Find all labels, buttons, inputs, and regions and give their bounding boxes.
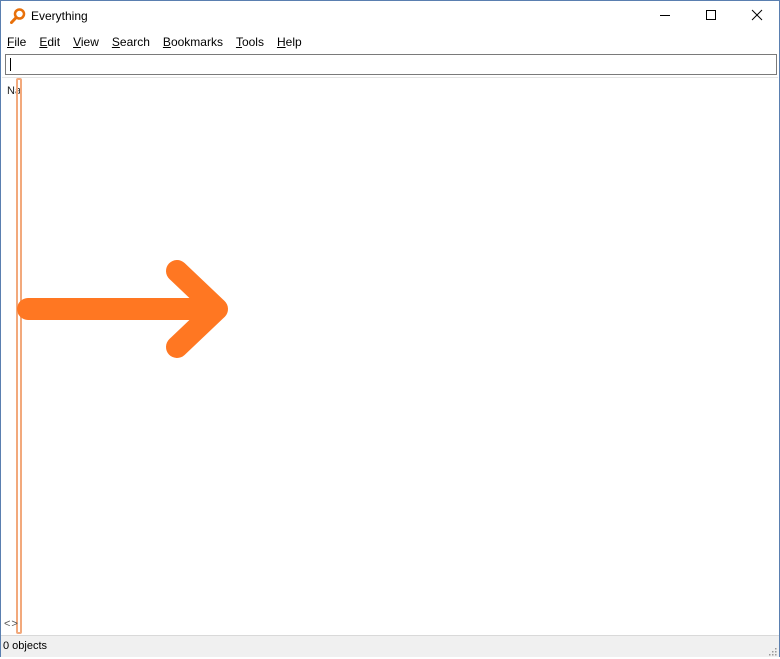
menu-search-label: earch xyxy=(119,35,150,49)
search-input[interactable] xyxy=(5,54,777,75)
menu-bar: File Edit View Search Bookmarks Tools He… xyxy=(1,32,779,52)
maximize-icon xyxy=(705,9,717,24)
close-button[interactable] xyxy=(734,1,780,31)
menu-tools-label: ools xyxy=(241,35,264,49)
maximize-button[interactable] xyxy=(688,1,734,31)
menu-file-label: ile xyxy=(14,35,27,49)
menu-bookmarks-label: ookmarks xyxy=(170,35,223,49)
window-title: Everything xyxy=(31,9,88,23)
minimize-button[interactable] xyxy=(642,1,688,31)
close-icon xyxy=(751,9,763,24)
menu-bookmarks-mnemonic: B xyxy=(162,35,171,49)
menu-help-label: elp xyxy=(285,35,302,49)
menu-edit[interactable]: Edit xyxy=(32,32,66,52)
horizontal-scroll-arrows[interactable]: <> xyxy=(4,618,19,630)
annotation-arrow-icon xyxy=(17,260,228,358)
menu-view-label: iew xyxy=(80,35,99,49)
text-caret xyxy=(10,58,11,71)
resize-grip-icon[interactable] xyxy=(767,645,777,656)
menu-search-mnemonic: S xyxy=(111,35,120,49)
status-bar: 0 objects xyxy=(1,635,779,657)
title-bar[interactable]: Everything xyxy=(1,1,779,32)
menu-file[interactable]: File xyxy=(1,32,32,52)
menu-view[interactable]: View xyxy=(66,32,105,52)
status-text: 0 objects xyxy=(3,640,48,652)
menu-tools[interactable]: Tools xyxy=(229,32,270,52)
magnifier-icon xyxy=(10,8,26,24)
menu-help-mnemonic: H xyxy=(276,35,286,49)
menu-bookmarks[interactable]: Bookmarks xyxy=(156,32,229,52)
menu-help[interactable]: Help xyxy=(270,32,308,52)
menu-view-mnemonic: V xyxy=(73,35,81,49)
menu-search[interactable]: Search xyxy=(105,32,156,52)
app-window: Everything File Edit View Search Bookmar… xyxy=(0,0,780,657)
minimize-icon xyxy=(659,9,671,24)
menu-edit-label: dit xyxy=(47,35,61,49)
